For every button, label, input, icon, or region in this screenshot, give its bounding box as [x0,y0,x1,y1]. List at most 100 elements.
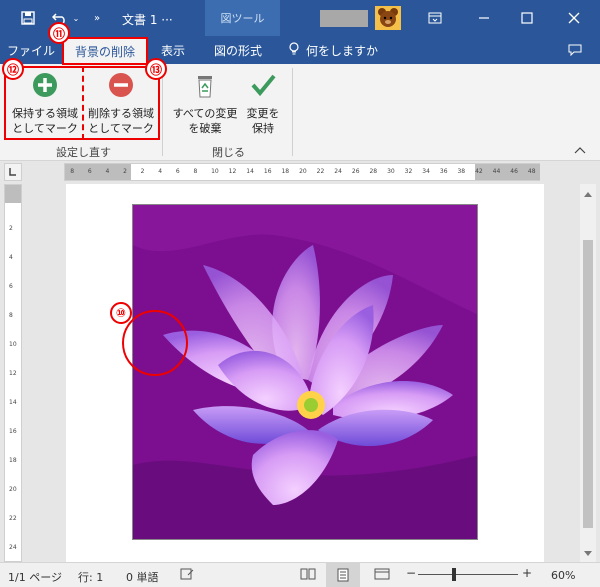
ruler-tick-label: 20 [299,168,307,175]
avatar[interactable] [375,6,401,30]
ruler-tick-label: 6 [175,168,180,175]
undo-dropdown-icon[interactable]: ⌄ [70,0,82,36]
ruler-tick-label: 18 [281,168,290,175]
ruler-tick-label: 24 [9,544,17,551]
minimize-icon[interactable] [472,0,496,36]
web-layout-icon[interactable] [374,567,390,584]
read-mode-icon[interactable] [300,567,316,584]
ruler-tick-label: 26 [351,168,360,175]
ruler-tick-label: 6 [9,283,13,290]
status-bar: 1/1 ページ 行: 1 0 単語 − + 60% [0,562,600,587]
ruler-tick-label: 48 [527,168,536,175]
comments-icon[interactable] [562,36,588,64]
ruler-tick-label: 2 [123,168,127,175]
line-number[interactable]: 行: 1 [78,569,103,585]
document-title: 文書 1 ··· [122,13,173,27]
ruler-tick-label: 2 [9,225,13,232]
ruler-tick-label: 6 [87,168,92,175]
ruler-tick-label: 24 [334,168,342,175]
horizontal-ruler[interactable]: 8 6 4 2 2 4 6 8 10 12 14 16 18 20 22 24 26 28 30 32 34 36 38 42… [64,163,540,181]
discard-line1: すべての変更 [172,107,238,120]
ruler-tick-label: 12 [228,168,237,175]
lotus-picture[interactable] [132,204,478,540]
ruler-tick-label: 30 [387,168,395,175]
ruler-tick-label: 12 [9,370,17,377]
ruler-tick-label: 10 [9,341,17,348]
group-separator [292,68,293,156]
annotation-box-remove-bg-tab [62,37,148,65]
ruler-tick-label: 28 [369,168,378,175]
ruler-tick-label: 16 [9,428,17,435]
ruler-tick-label: 8 [193,168,198,175]
ruler-tick-label: 16 [263,168,272,175]
lightbulb-icon [288,41,300,59]
ruler-tick-label: 42 [475,168,483,175]
annotation-number-13: ⑬ [145,58,167,80]
user-name-box[interactable] [320,10,368,27]
annotation-divider [82,66,84,140]
recycle-bin-icon [190,70,220,100]
ruler-tick-label: 46 [510,168,518,175]
vertical-ruler[interactable]: 2 4 6 8 10 12 14 16 18 20 22 24 [4,184,22,562]
ruler-tick-label: 4 [9,254,13,261]
picture-tools-context-tab: 図ツール [205,0,280,36]
page[interactable] [66,184,544,562]
ruler-margin-top [5,185,21,203]
scrollbar-thumb[interactable] [583,240,593,528]
ruler-tick-label: 34 [422,168,430,175]
save-icon[interactable] [16,0,40,36]
ruler-tick-label: 32 [404,168,413,175]
zoom-slider-handle[interactable] [452,568,456,581]
keep-changes-button[interactable]: 変更を 保持 [238,70,288,136]
ruler-tick-label: 4 [158,168,163,175]
ruler-tick-label: 2 [140,168,145,175]
discard-line2: を破棄 [188,122,222,135]
print-layout-icon [336,568,350,585]
ruler-tick-label: 10 [211,168,219,175]
ruler-tick-label: 22 [9,515,17,522]
annotation-circle [122,310,188,376]
word-count[interactable]: 0 単語 [126,569,159,585]
ruler-tick-label: 4 [105,168,110,175]
annotation-number-11: ⑪ [48,22,70,44]
discard-all-changes-button[interactable]: すべての変更 を破棄 [168,70,242,136]
ruler-tick-label: 22 [316,168,325,175]
keep-changes-line2: 保持 [252,122,274,135]
keep-changes-line1: 変更を [246,107,280,120]
annotation-number-10: ⑩ [110,302,132,324]
ruler-tick-label: 20 [9,486,17,493]
tab-selector[interactable] [4,163,22,181]
ruler-tick-label: 44 [492,168,501,175]
zoom-in-icon[interactable]: + [522,566,532,580]
ruler-tick-label: 38 [457,168,466,175]
zoom-level[interactable]: 60% [551,569,575,582]
group-label-close: 閉じる [212,146,245,159]
maximize-icon[interactable] [515,0,539,36]
group-label-refine: 設定し直す [56,146,111,159]
zoom-slider[interactable] [418,574,518,575]
ruler-tick-label: 8 [9,312,13,319]
ribbon-display-options-icon[interactable] [424,0,446,36]
tell-me-label: 何をしますか [306,43,379,58]
ruler-tick-label: 14 [246,168,254,175]
proofing-icon[interactable] [180,568,194,583]
ruler-tick-label: 36 [439,168,448,175]
tell-me-box[interactable]: 何をしますか [288,36,378,64]
scroll-up-icon[interactable] [583,188,593,201]
ruler-tick-label: 18 [9,457,17,464]
ruler-tick-label: 8 [70,168,75,175]
vertical-scrollbar[interactable] [580,184,596,562]
tab-picture-format[interactable]: 図の形式 [200,36,276,64]
qat-customize-icon[interactable]: » [90,0,104,36]
ruler-margin-left [65,164,131,180]
close-icon[interactable] [562,0,586,36]
checkmark-icon [248,70,278,100]
zoom-out-icon[interactable]: − [406,566,416,580]
page-count[interactable]: 1/1 ページ [8,569,62,585]
title-bar: ⌄ » 文書 1 ··· 図ツール [0,0,600,36]
collapse-ribbon-icon[interactable] [574,144,586,157]
document-area[interactable] [24,184,580,562]
group-separator [162,68,163,156]
scroll-down-icon[interactable] [583,548,593,561]
ruler-tick-label: 14 [9,399,17,406]
